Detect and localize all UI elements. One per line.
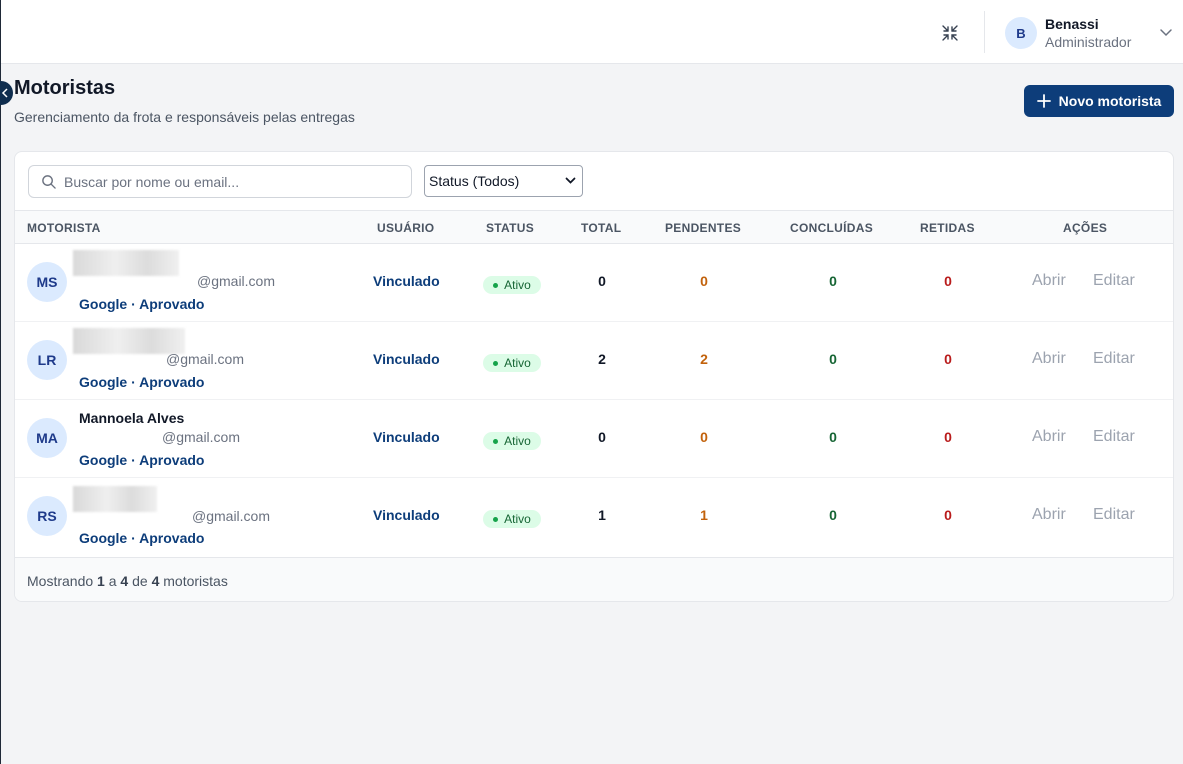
driver-provider: Google · Aprovado	[79, 296, 205, 312]
table-row: MS @gmail.com Google · Aprovado Vinculad…	[15, 244, 1173, 322]
driver-email: @gmail.com	[197, 273, 276, 289]
column-header-pendentes: PENDENTES	[665, 221, 742, 235]
chevron-down-icon[interactable]	[1159, 25, 1173, 39]
total-count: 2	[598, 351, 606, 367]
table-footer: Mostrando 1 a 4 de 4 motoristas	[15, 557, 1173, 601]
avatar: LR	[27, 340, 67, 380]
plus-icon	[1036, 94, 1051, 108]
pending-count: 1	[700, 507, 708, 523]
status-filter-value: Status (Todos)	[429, 173, 520, 189]
top-bar: B Benassi Administrador	[1, 0, 1183, 64]
held-count: 0	[944, 429, 952, 445]
footer-prefix: Mostrando	[27, 573, 94, 589]
done-count: 0	[829, 273, 837, 289]
pending-count: 0	[700, 429, 708, 445]
open-button[interactable]: Abrir	[1032, 506, 1066, 524]
column-header-motorista: MOTORISTA	[27, 221, 101, 235]
topbar-divider	[984, 11, 985, 53]
new-driver-button[interactable]: Novo motorista	[1024, 85, 1174, 117]
driver-provider: Google · Aprovado	[79, 530, 205, 546]
user-info: Benassi Administrador	[1045, 15, 1131, 51]
compress-icon	[942, 25, 958, 41]
page-subtitle: Gerenciamento da frota e responsáveis pe…	[14, 109, 355, 125]
driver-provider: Google · Aprovado	[79, 374, 205, 390]
pending-count: 2	[700, 351, 708, 367]
table-row: LR @gmail.com Google · Aprovado Vinculad…	[15, 322, 1173, 400]
status-badge: Ativo	[483, 276, 541, 294]
open-button[interactable]: Abrir	[1032, 272, 1066, 290]
driver-email: @gmail.com	[166, 351, 245, 367]
column-header-usuario: USUÁRIO	[377, 221, 435, 235]
done-count: 0	[829, 429, 837, 445]
column-header-status: STATUS	[486, 221, 535, 235]
chevron-down-icon	[565, 177, 576, 184]
table-row: RS @gmail.com Google · Aprovado Vinculad…	[15, 478, 1173, 556]
total-count: 0	[598, 273, 606, 289]
column-header-total: TOTAL	[581, 221, 622, 235]
status-badge: Ativo	[483, 432, 541, 450]
total-count: 1	[598, 507, 606, 523]
done-count: 0	[829, 351, 837, 367]
done-count: 0	[829, 507, 837, 523]
redacted-name	[73, 486, 157, 512]
compress-button[interactable]	[937, 20, 963, 46]
user-name: Benassi	[1045, 16, 1099, 32]
open-button[interactable]: Abrir	[1032, 350, 1066, 368]
user-avatar: B	[1005, 17, 1037, 49]
search-icon	[42, 175, 56, 189]
avatar: MS	[27, 262, 67, 302]
held-count: 0	[944, 351, 952, 367]
user-link[interactable]: Vinculado	[373, 351, 440, 367]
pending-count: 0	[700, 273, 708, 289]
page-title: Motoristas	[14, 77, 116, 99]
column-header-acoes: AÇÕES	[1063, 221, 1108, 235]
edit-button[interactable]: Editar	[1093, 428, 1135, 446]
edit-button[interactable]: Editar	[1093, 506, 1135, 524]
held-count: 0	[944, 507, 952, 523]
user-link[interactable]: Vinculado	[373, 507, 440, 523]
driver-email: @gmail.com	[192, 508, 271, 524]
footer-sep1: a	[108, 573, 117, 589]
table-row: MA Mannoela Alves @gmail.com Google · Ap…	[15, 400, 1173, 478]
search-input[interactable]	[64, 173, 384, 190]
redacted-name	[73, 250, 179, 276]
open-button[interactable]: Abrir	[1032, 428, 1066, 446]
avatar: RS	[27, 496, 67, 536]
new-driver-label: Novo motorista	[1058, 93, 1162, 109]
column-header-concluidas: CONCLUÍDAS	[790, 221, 873, 235]
driver-email: @gmail.com	[162, 429, 241, 445]
edit-button[interactable]: Editar	[1093, 350, 1135, 368]
avatar: MA	[27, 418, 67, 458]
user-role: Administrador	[1045, 34, 1132, 50]
edit-button[interactable]: Editar	[1093, 272, 1135, 290]
driver-name: Mannoela Alves	[79, 410, 185, 426]
footer-to: 4	[120, 573, 129, 589]
column-header-retidas: RETIDAS	[920, 221, 975, 235]
footer-sep2: de	[132, 573, 148, 589]
chevron-left-icon	[1, 88, 8, 98]
footer-suffix: motoristas	[163, 573, 228, 589]
drivers-card: Status (Todos) MOTORISTA USUÁRIO STATUS …	[14, 151, 1174, 602]
user-link[interactable]: Vinculado	[373, 429, 440, 445]
user-menu[interactable]: B Benassi Administrador	[1005, 14, 1173, 52]
search-box[interactable]	[28, 165, 412, 198]
sidebar-toggle-button[interactable]	[0, 81, 13, 105]
held-count: 0	[944, 273, 952, 289]
status-badge: Ativo	[483, 354, 541, 372]
status-badge: Ativo	[483, 510, 541, 528]
total-count: 0	[598, 429, 606, 445]
status-filter-select[interactable]: Status (Todos)	[424, 165, 583, 197]
footer-count: 4	[151, 573, 160, 589]
footer-from: 1	[97, 573, 105, 589]
table-header: MOTORISTA USUÁRIO STATUS TOTAL PENDENTES…	[15, 210, 1173, 244]
driver-provider: Google · Aprovado	[79, 452, 205, 468]
user-link[interactable]: Vinculado	[373, 273, 440, 289]
